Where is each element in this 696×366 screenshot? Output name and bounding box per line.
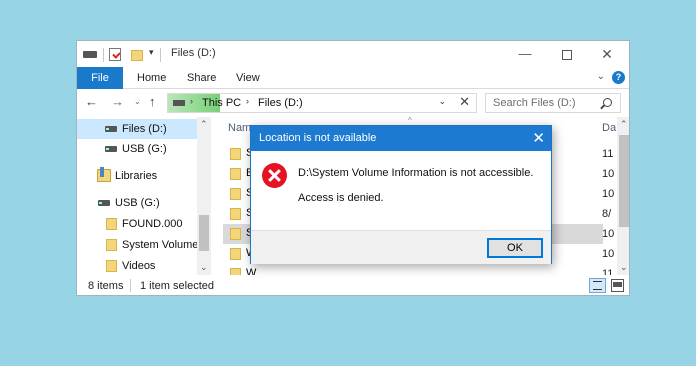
drive-icon	[105, 146, 117, 152]
sidebar-item-label: System Volume I	[122, 239, 199, 251]
sidebar-item-usb-g[interactable]: USB (G:)	[77, 139, 199, 159]
sidebar-item-label: Files (D:)	[122, 123, 167, 135]
quick-access-dropdown-icon[interactable]: ▾	[149, 47, 154, 58]
breadcrumb-files-d[interactable]: Files (D:)	[258, 97, 303, 109]
ribbon-tabs: File Home Share View ⌄ ?	[77, 67, 629, 89]
navigation-pane: Files (D:) USB (G:) Libraries USB (G:) F…	[77, 117, 211, 275]
sidebar-item-label: Videos	[122, 260, 156, 272]
folder-icon	[230, 268, 241, 275]
file-name: W	[246, 267, 257, 275]
error-message: D:\System Volume Information is not acce…	[298, 167, 534, 179]
folder-icon	[230, 228, 241, 240]
address-dropdown-icon[interactable]: ⌄	[438, 96, 446, 107]
properties-icon[interactable]	[109, 48, 121, 61]
folder-icon	[106, 260, 117, 272]
folder-icon	[230, 208, 241, 220]
help-icon[interactable]: ?	[612, 71, 625, 84]
close-icon: ✕	[601, 46, 613, 62]
drive-icon	[83, 51, 97, 58]
folder-icon	[230, 248, 241, 260]
drive-icon	[105, 126, 117, 132]
scrollbar-thumb[interactable]	[199, 215, 209, 251]
tab-file[interactable]: File	[77, 67, 123, 89]
sidebar-item-videos[interactable]: Videos	[77, 256, 199, 276]
divider	[103, 48, 104, 62]
sidebar-item-label: USB (G:)	[115, 197, 160, 209]
close-icon[interactable]: ✕	[532, 129, 545, 147]
divider	[130, 279, 131, 292]
maximize-button[interactable]	[547, 41, 587, 67]
search-icon	[603, 98, 612, 107]
table-row[interactable]: W	[223, 264, 603, 275]
folder-icon	[230, 148, 241, 160]
drive-icon	[173, 100, 185, 106]
up-button[interactable]: ↑	[149, 94, 156, 109]
folder-icon	[106, 218, 117, 230]
navigation-bar: ← → ⌄ ↑ › This PC › Files (D:) ⌄ ✕ Searc…	[77, 89, 629, 117]
column-header-name[interactable]: Nam	[228, 122, 251, 134]
item-count: 8 items	[88, 280, 124, 292]
search-placeholder: Search Files (D:)	[493, 97, 576, 109]
libraries-icon	[97, 167, 111, 182]
selection-count: 1 item selected	[140, 280, 214, 292]
folder-icon	[230, 168, 241, 180]
ok-button[interactable]: OK	[487, 238, 543, 258]
error-detail: Access is denied.	[298, 192, 384, 204]
sidebar-item-label: Libraries	[115, 170, 158, 182]
scroll-down-icon[interactable]: ⌄	[200, 262, 208, 273]
minimize-button[interactable]: —	[505, 41, 545, 67]
sidebar-item-found-000[interactable]: FOUND.000	[77, 214, 199, 234]
column-header-date[interactable]: Da	[602, 122, 616, 134]
drive-icon	[98, 200, 110, 206]
new-folder-icon[interactable]	[131, 50, 143, 61]
large-icons-view-icon[interactable]	[611, 279, 624, 292]
scrollbar-thumb[interactable]	[619, 135, 629, 227]
divider	[160, 48, 161, 62]
tab-home[interactable]: Home	[137, 67, 166, 89]
breadcrumb-separator[interactable]: ›	[246, 96, 249, 106]
sort-indicator-icon: ^	[408, 116, 412, 125]
scroll-up-icon[interactable]: ⌃	[620, 119, 628, 130]
folder-icon	[230, 188, 241, 200]
scroll-down-icon[interactable]: ⌄	[620, 262, 628, 273]
sidebar-item-libraries[interactable]: Libraries	[77, 166, 199, 186]
tab-share[interactable]: Share	[187, 67, 216, 89]
sidebar-item-usb-g-expanded[interactable]: USB (G:)	[77, 193, 199, 213]
sidebar-item-system-volume[interactable]: System Volume I	[77, 235, 199, 255]
search-input[interactable]: Search Files (D:)	[485, 93, 621, 113]
window-title: Files (D:)	[171, 47, 216, 59]
dialog-footer: OK	[251, 230, 551, 264]
scroll-up-icon[interactable]: ⌃	[200, 119, 208, 130]
folder-icon	[106, 239, 117, 251]
tab-view[interactable]: View	[236, 67, 260, 89]
cancel-load-icon[interactable]: ✕	[459, 94, 470, 110]
details-view-icon[interactable]	[589, 278, 606, 293]
sidebar-item-files-d[interactable]: Files (D:)	[77, 119, 199, 139]
back-button[interactable]: ←	[85, 94, 98, 109]
breadcrumb-this-pc[interactable]: This PC	[202, 97, 241, 109]
forward-button[interactable]: →	[111, 94, 124, 109]
status-bar: 8 items 1 item selected	[77, 275, 629, 295]
close-button[interactable]: ✕	[587, 41, 627, 67]
breadcrumb-separator[interactable]: ›	[190, 96, 193, 106]
address-bar[interactable]: › This PC › Files (D:) ⌄ ✕	[167, 93, 477, 113]
expand-ribbon-icon[interactable]: ⌄	[597, 71, 605, 82]
dialog-title: Location is not available	[259, 132, 377, 144]
sidebar-item-label: USB (G:)	[122, 143, 167, 155]
maximize-icon	[562, 49, 572, 60]
minimize-icon: —	[518, 46, 532, 61]
sidebar-item-label: FOUND.000	[122, 218, 183, 230]
error-dialog: Location is not available ✕ D:\System Vo…	[250, 125, 552, 264]
recent-locations-icon[interactable]: ⌄	[134, 97, 141, 106]
file-list-scrollbar[interactable]: ⌃ ⌄	[617, 117, 629, 275]
sidebar-scrollbar[interactable]: ⌃ ⌄	[197, 117, 211, 275]
dialog-title-bar: Location is not available ✕	[251, 126, 551, 151]
error-icon	[262, 163, 287, 188]
title-bar: ▾ Files (D:) — ✕	[77, 41, 629, 67]
